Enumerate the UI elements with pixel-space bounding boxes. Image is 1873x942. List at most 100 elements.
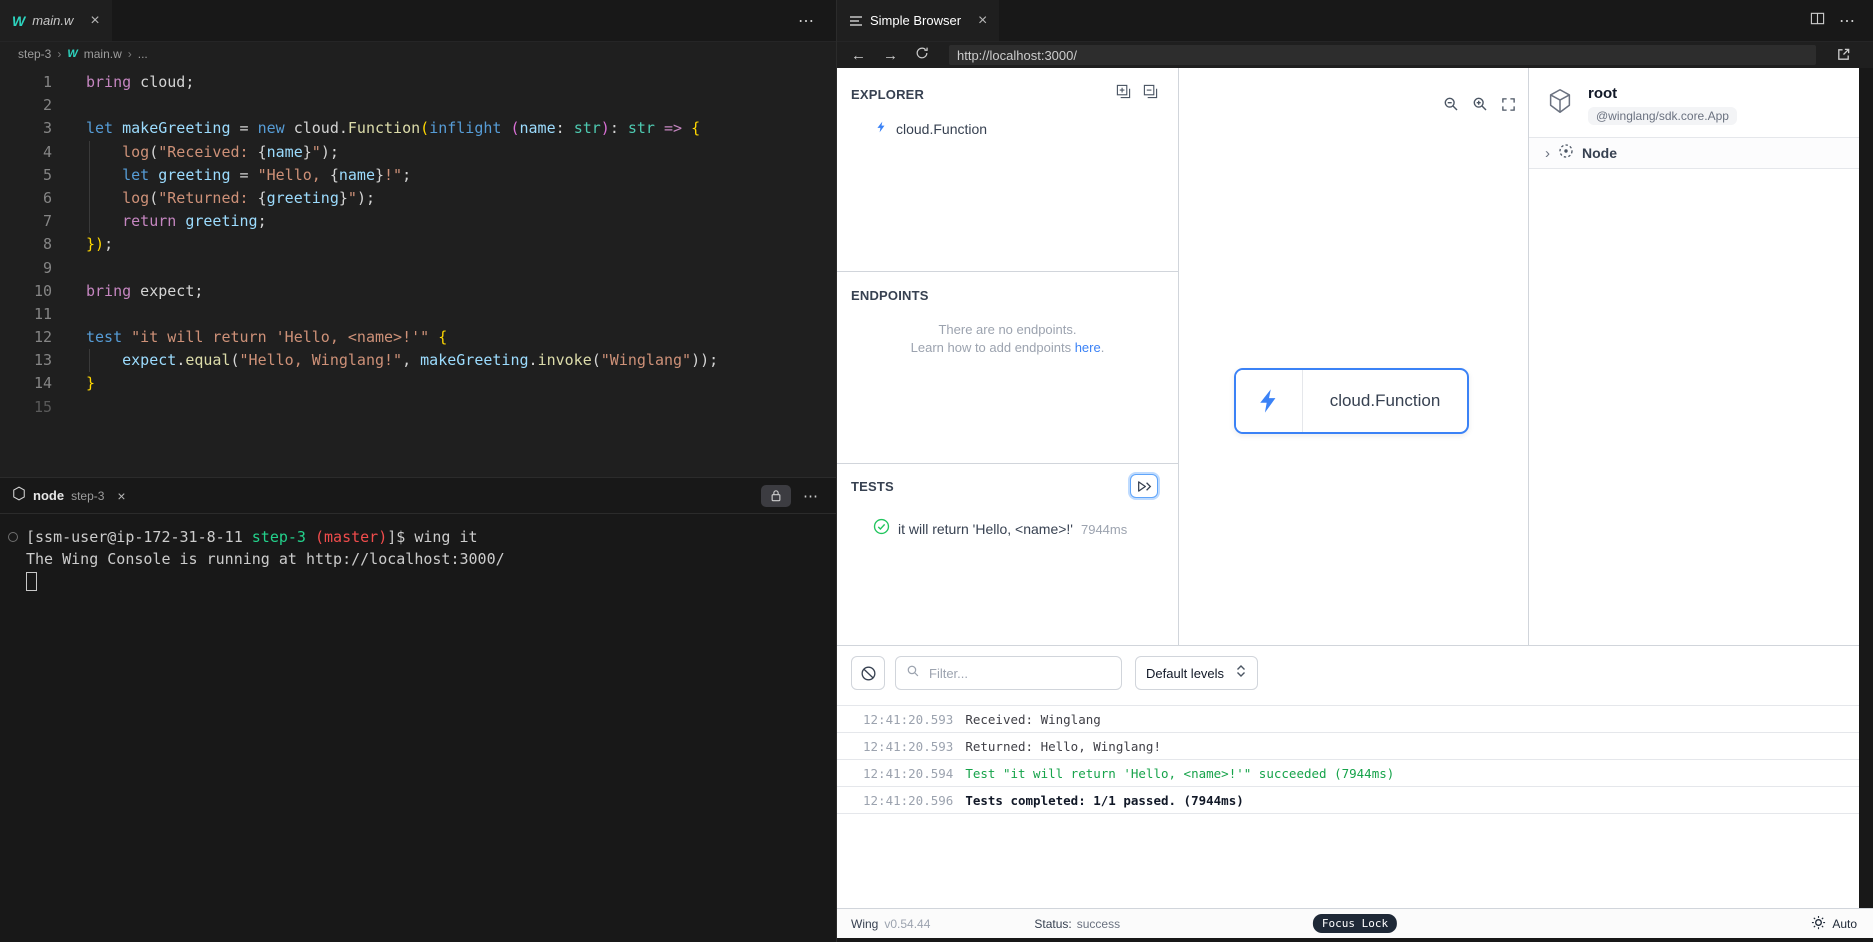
tests-section: TESTS it will return 'Hello, <name>!' 79… <box>837 464 1178 645</box>
map-canvas[interactable]: cloud.Function <box>1179 68 1528 645</box>
line-number: 13 <box>33 351 52 370</box>
code-editor[interactable]: 1 bring cloud; 2 3 let makeGreeting = new cl… <box>0 66 836 419</box>
endpoints-empty-message: There are no endpoints. Learn how to add… <box>910 322 1105 355</box>
code-line: 14} <box>0 372 836 395</box>
node-cloud-function[interactable]: cloud.Function <box>1234 368 1469 434</box>
check-circle-icon <box>873 518 890 540</box>
run-all-icon <box>1137 480 1151 492</box>
split-editor-icon[interactable] <box>1810 11 1825 31</box>
code-line: 5 let greeting = "Hello, {name}!"; <box>0 163 836 187</box>
search-icon <box>906 664 920 683</box>
inspector-root[interactable]: root @winglang/sdk.core.App <box>1529 68 1859 137</box>
wing-console: EXPLORER cloud.Function ENDPOINTS There … <box>837 68 1873 942</box>
status-label: Status: <box>1034 916 1072 931</box>
log-message: Returned: Hello, Winglang! <box>965 738 1161 754</box>
chevron-right-icon[interactable]: › <box>1545 146 1550 161</box>
log-entry[interactable]: 12:41:20.596 Tests completed: 1/1 passed.… <box>837 787 1859 814</box>
log-timestamp: 12:41:20.593 <box>863 738 954 754</box>
log-entry[interactable]: 12:41:20.593 Received: Winglang <box>837 706 1859 733</box>
url-input[interactable] <box>949 45 1816 65</box>
terminal-tab-node[interactable]: node step-3 × <box>12 486 126 506</box>
focus-lock-badge[interactable]: Focus Lock <box>1312 914 1398 933</box>
reload-icon[interactable] <box>915 46 929 64</box>
wing-file-icon: W <box>67 48 78 60</box>
test-item[interactable]: it will return 'Hello, <name>!' 7944ms <box>837 518 1178 540</box>
tab-main-w[interactable]: W main.w × <box>0 0 112 41</box>
close-icon[interactable]: × <box>117 489 125 503</box>
line-number: 15 <box>33 397 52 416</box>
back-arrow-icon[interactable]: ← <box>851 47 866 64</box>
log-levels-select[interactable]: Default levels <box>1135 656 1258 690</box>
filter-box[interactable] <box>895 656 1122 690</box>
forward-arrow-icon[interactable]: → <box>883 47 898 64</box>
breadcrumb-folder[interactable]: step-3 <box>18 47 51 61</box>
line-number: 8 <box>42 235 52 254</box>
terminal-tab-detail: step-3 <box>71 488 105 503</box>
log-entries: 12:41:20.593 Received: Winglang 12:41:20.5… <box>837 705 1859 814</box>
editor-tab-bar: W main.w × ⋯ <box>0 0 836 42</box>
code-line: 12 test "it will return 'Hello, <name>!'"… <box>0 326 836 349</box>
left-pane: W main.w × ⋯ step-3 › W main.w › ... 1 br… <box>0 0 836 942</box>
terminal-panel: node step-3 × ⋯ [ssm-user@ip-172-31-8-11… <box>0 477 836 942</box>
explorer-item-cloud-function[interactable]: cloud.Function <box>837 120 1178 137</box>
lock-icon <box>771 490 781 502</box>
expand-all-icon[interactable] <box>1116 84 1131 104</box>
terminal-cursor <box>26 572 37 591</box>
code-line: 3 let makeGreeting = new cloud.Function(i… <box>0 117 836 140</box>
log-timestamp: 12:41:20.594 <box>863 765 954 781</box>
zoom-out-icon[interactable] <box>1443 96 1459 117</box>
chevron-right-icon: › <box>127 47 132 61</box>
terminal-line <box>0 570 836 592</box>
filter-input[interactable] <box>927 664 1111 682</box>
vscode-window: W main.w × ⋯ step-3 › W main.w › ... 1 br… <box>0 0 1873 942</box>
terminal-tab-bar: node step-3 × ⋯ <box>0 478 836 514</box>
zoom-in-icon[interactable] <box>1472 96 1488 117</box>
inspector-root-title: root <box>1588 85 1618 102</box>
line-number: 5 <box>42 165 52 184</box>
code-line: 7 return greeting; <box>0 210 836 234</box>
tab-label: Simple Browser <box>870 13 962 28</box>
clear-logs-button[interactable] <box>851 656 885 690</box>
more-actions-icon[interactable]: ⋯ <box>1839 11 1855 31</box>
open-external-icon[interactable] <box>1836 47 1851 67</box>
line-number: 2 <box>42 96 52 115</box>
breadcrumb-file[interactable]: main.w <box>84 47 122 61</box>
inspector-panel: root @winglang/sdk.core.App › Node <box>1528 68 1859 645</box>
code-line: 1 bring cloud; <box>0 71 836 94</box>
log-entry[interactable]: 12:41:20.594 Test "it will return 'Hello,… <box>837 760 1859 787</box>
lock-button[interactable] <box>761 484 791 507</box>
collapse-all-icon[interactable] <box>1143 84 1158 104</box>
log-entry[interactable]: 12:41:20.593 Returned: Hello, Winglang! <box>837 733 1859 760</box>
node-icon-box <box>1236 370 1303 432</box>
breadcrumb-more[interactable]: ... <box>138 47 148 61</box>
run-all-tests-button[interactable] <box>1130 474 1158 498</box>
theme-toggle[interactable]: Auto <box>1811 915 1857 933</box>
window-bottom-edge <box>837 938 1873 942</box>
terminal-output[interactable]: [ssm-user@ip-172-31-8-11 step-3 (master)… <box>0 514 836 592</box>
browser-tab-actions: ⋯ <box>1810 0 1855 42</box>
editor-more-actions-icon[interactable]: ⋯ <box>798 0 814 42</box>
preview-lines-icon <box>849 15 863 27</box>
endpoints-here-link[interactable]: here <box>1075 340 1101 355</box>
code-line: 2 <box>0 94 836 117</box>
fit-screen-icon[interactable] <box>1501 97 1516 117</box>
breadcrumb[interactable]: step-3 › W main.w › ... <box>0 42 836 66</box>
chevron-right-icon: › <box>57 47 62 61</box>
theme-label: Auto <box>1832 916 1857 931</box>
tab-simple-browser[interactable]: Simple Browser × <box>837 0 1000 41</box>
close-icon[interactable]: × <box>90 12 99 29</box>
line-number: 14 <box>33 374 52 393</box>
tests-title: TESTS <box>851 478 894 494</box>
browser-toolbar: ← → <box>837 42 1873 68</box>
command-decoration-icon <box>8 532 18 542</box>
line-number: 4 <box>42 142 52 161</box>
close-icon[interactable]: × <box>978 12 987 29</box>
line-number: 7 <box>42 212 52 231</box>
tab-label: main.w <box>32 13 74 28</box>
line-number: 3 <box>42 119 52 138</box>
no-symbol-icon <box>861 666 875 680</box>
inspector-node-row[interactable]: › Node <box>1529 137 1859 169</box>
terminal-more-actions-icon[interactable]: ⋯ <box>803 487 818 505</box>
log-message: Received: Winglang <box>965 711 1101 727</box>
log-message: Tests completed: 1/1 passed. (7944ms) <box>965 792 1244 808</box>
